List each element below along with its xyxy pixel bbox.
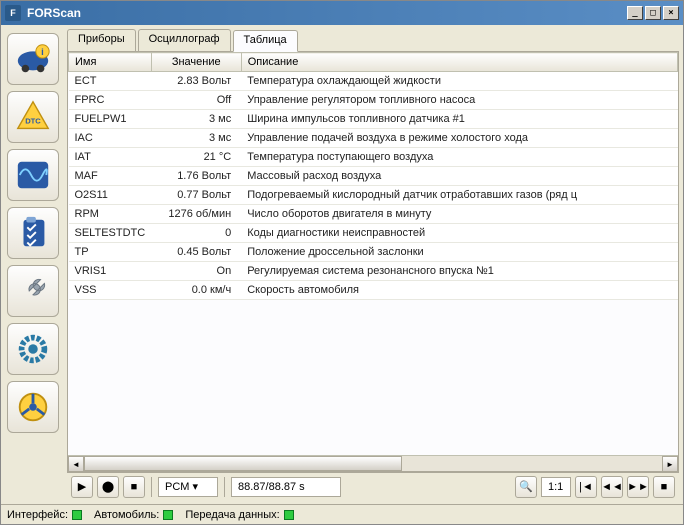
minimize-button[interactable]: _ — [627, 6, 643, 20]
data-table: Имя Значение Описание ECT2.83 ВольтТемпе… — [68, 52, 678, 455]
interface-led-icon — [72, 510, 82, 520]
sidebar-vehicle-info[interactable]: i — [7, 33, 59, 85]
cell-desc: Коды диагностики неисправностей — [241, 224, 677, 243]
cell-name: MAF — [69, 167, 152, 186]
status-data-label: Передача данных: — [185, 509, 279, 521]
cell-value: 0 — [151, 224, 241, 243]
cell-value: 1.76 Вольт — [151, 167, 241, 186]
cell-name: ECT — [69, 72, 152, 91]
cell-name: TP — [69, 243, 152, 262]
cell-name: RPM — [69, 205, 152, 224]
cell-value: On — [151, 262, 241, 281]
cell-value: 21 °C — [151, 148, 241, 167]
svg-text:DTC: DTC — [25, 117, 41, 126]
col-value[interactable]: Значение — [151, 53, 241, 72]
prev-button[interactable]: ◄◄ — [601, 476, 623, 498]
data-led-icon — [284, 510, 294, 520]
scroll-right-button[interactable]: ► — [662, 456, 678, 472]
sidebar-steering[interactable] — [7, 381, 59, 433]
cell-desc: Температура поступающего воздуха — [241, 148, 677, 167]
cell-value: 0.77 Вольт — [151, 186, 241, 205]
table-row[interactable]: IAC3 мсУправление подачей воздуха в режи… — [69, 129, 678, 148]
cell-value: 0.0 км/ч — [151, 281, 241, 300]
cell-name: IAC — [69, 129, 152, 148]
cell-value: Off — [151, 91, 241, 110]
table-row[interactable]: VSS0.0 км/чСкорость автомобиля — [69, 281, 678, 300]
cell-value: 3 мс — [151, 110, 241, 129]
table-row[interactable]: FUELPW13 мсШирина импульсов топливного д… — [69, 110, 678, 129]
cell-value: 0.45 Вольт — [151, 243, 241, 262]
play-button[interactable]: ▶ — [71, 476, 93, 498]
cell-value: 3 мс — [151, 129, 241, 148]
cell-name: FPRC — [69, 91, 152, 110]
cell-desc: Подогреваемый кислородный датчик отработ… — [241, 186, 677, 205]
cell-desc: Число оборотов двигателя в минуту — [241, 205, 677, 224]
sidebar-settings[interactable] — [7, 323, 59, 375]
cell-desc: Управление регулятором топливного насоса — [241, 91, 677, 110]
status-car-label: Автомобиль: — [94, 509, 159, 521]
cell-value: 2.83 Вольт — [151, 72, 241, 91]
next-button[interactable]: ►► — [627, 476, 649, 498]
cell-name: O2S11 — [69, 186, 152, 205]
tab-instruments[interactable]: Приборы — [67, 29, 136, 51]
status-interface-label: Интерфейс: — [7, 509, 68, 521]
zoom-tool-button[interactable]: 🔍 — [515, 476, 537, 498]
window-title: FORScan — [27, 6, 627, 20]
app-icon: F — [5, 5, 21, 21]
maximize-button[interactable]: □ — [645, 6, 661, 20]
sidebar: i DTC — [5, 29, 63, 500]
titlebar: F FORScan _ □ × — [1, 1, 683, 25]
table-row[interactable]: O2S110.77 ВольтПодогреваемый кислородный… — [69, 186, 678, 205]
scroll-left-button[interactable]: ◄ — [68, 456, 84, 472]
svg-text:i: i — [41, 47, 44, 58]
time-field: 88.87/88.87 s — [231, 477, 341, 497]
cell-name: VSS — [69, 281, 152, 300]
table-row[interactable]: FPRCOffУправление регулятором топливного… — [69, 91, 678, 110]
sidebar-dtc[interactable]: DTC — [7, 91, 59, 143]
sidebar-service[interactable] — [7, 265, 59, 317]
table-row[interactable]: ECT2.83 ВольтТемпература охлаждающей жид… — [69, 72, 678, 91]
cell-desc: Массовый расход воздуха — [241, 167, 677, 186]
stop-button[interactable]: ■ — [123, 476, 145, 498]
cell-name: FUELPW1 — [69, 110, 152, 129]
sidebar-oscilloscope[interactable] — [7, 149, 59, 201]
table-row[interactable]: VRIS1OnРегулируемая система резонансного… — [69, 262, 678, 281]
cell-desc: Ширина импульсов топливного датчика #1 — [241, 110, 677, 129]
tab-oscilloscope[interactable]: Осциллограф — [138, 29, 231, 51]
table-row[interactable]: RPM1276 об/минЧисло оборотов двигателя в… — [69, 205, 678, 224]
toolbar: ▶ ⬤ ■ PCM ▾ 88.87/88.87 s 🔍 1:1 |◄ ◄◄ ►►… — [67, 472, 679, 500]
table-row[interactable]: IAT21 °CТемпература поступающего воздуха — [69, 148, 678, 167]
statusbar: Интерфейс: Автомобиль: Передача данных: — [1, 504, 683, 524]
cell-name: SELTESTDTC — [69, 224, 152, 243]
table-row[interactable]: MAF1.76 ВольтМассовый расход воздуха — [69, 167, 678, 186]
zoom-level: 1:1 — [541, 477, 571, 497]
car-led-icon — [163, 510, 173, 520]
col-desc[interactable]: Описание — [241, 53, 677, 72]
table-row[interactable]: TP0.45 ВольтПоложение дроссельной заслон… — [69, 243, 678, 262]
module-field[interactable]: PCM ▾ — [158, 477, 218, 497]
cell-desc: Регулируемая система резонансного впуска… — [241, 262, 677, 281]
close-button[interactable]: × — [663, 6, 679, 20]
skip-end-button[interactable]: ■ — [653, 476, 675, 498]
cell-name: IAT — [69, 148, 152, 167]
cell-name: VRIS1 — [69, 262, 152, 281]
record-button[interactable]: ⬤ — [97, 476, 119, 498]
cell-desc: Температура охлаждающей жидкости — [241, 72, 677, 91]
skip-start-button[interactable]: |◄ — [575, 476, 597, 498]
cell-value: 1276 об/мин — [151, 205, 241, 224]
tab-bar: Приборы Осциллограф Таблица — [67, 29, 679, 51]
cell-desc: Скорость автомобиля — [241, 281, 677, 300]
col-name[interactable]: Имя — [69, 53, 152, 72]
cell-desc: Положение дроссельной заслонки — [241, 243, 677, 262]
scroll-thumb[interactable] — [84, 456, 402, 471]
cell-desc: Управление подачей воздуха в режиме холо… — [241, 129, 677, 148]
sidebar-tests[interactable] — [7, 207, 59, 259]
tab-table[interactable]: Таблица — [233, 30, 298, 52]
table-row[interactable]: SELTESTDTC0Коды диагностики неисправност… — [69, 224, 678, 243]
horizontal-scrollbar[interactable]: ◄ ► — [68, 455, 678, 471]
